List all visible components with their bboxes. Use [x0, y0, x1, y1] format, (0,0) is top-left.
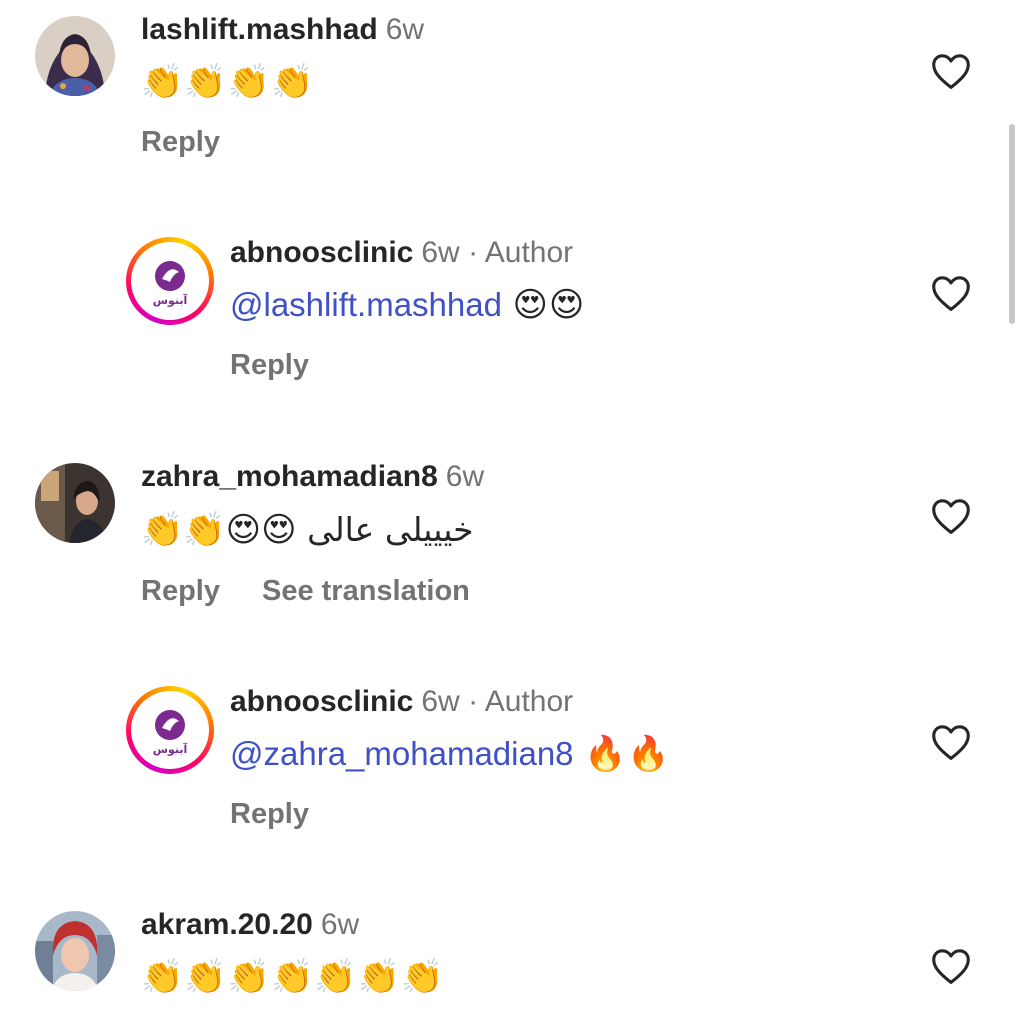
username[interactable]: abnoosclinic	[230, 236, 413, 269]
timestamp: 6w	[421, 236, 460, 269]
svg-text:آبنوس: آبنوس	[153, 293, 188, 307]
comment-text: 👏👏👏👏	[141, 62, 315, 102]
author-badge: · Author	[468, 236, 574, 269]
timestamp: 6w	[385, 13, 425, 46]
comment-emojis: 🔥🔥	[584, 734, 671, 774]
avatar[interactable]	[35, 16, 115, 96]
comment-actions: Reply See translation	[141, 574, 470, 608]
comment-rtl-text: خیییلی عالی	[307, 510, 474, 549]
comment-text: @zahra_mohamadian8 🔥🔥	[230, 732, 671, 776]
comment-actions: Reply	[141, 125, 220, 159]
timestamp: 6w	[445, 460, 485, 493]
timestamp: 6w	[320, 908, 360, 941]
username[interactable]: zahra_mohamadian8	[141, 460, 438, 493]
svg-text:آبنوس: آبنوس	[153, 742, 188, 756]
avatar[interactable]	[35, 911, 115, 991]
comment-header: lashlift.mashhad 6w	[141, 12, 424, 48]
comment-text: 👏👏😍😍 خیییلی عالی	[141, 508, 474, 552]
avatar[interactable]	[35, 463, 115, 543]
username[interactable]: akram.20.20	[141, 908, 313, 941]
username[interactable]: lashlift.mashhad	[141, 13, 378, 46]
comment-text: @lashlift.mashhad 😍😍	[230, 283, 585, 327]
reply-button[interactable]: Reply	[230, 798, 309, 830]
heart-outline-icon[interactable]	[930, 947, 972, 985]
comment-header: akram.20.20 6w	[141, 907, 359, 943]
comment-actions: Reply	[230, 797, 309, 831]
abnoos-logo-icon: آبنوس	[135, 695, 205, 765]
author-badge: · Author	[468, 685, 574, 718]
scrollbar[interactable]	[1009, 124, 1015, 324]
reply-button[interactable]: Reply	[141, 575, 220, 607]
reply-button[interactable]: Reply	[141, 126, 220, 158]
avatar[interactable]: آبنوس	[126, 237, 214, 325]
see-translation-button[interactable]: See translation	[262, 575, 470, 607]
mention-link[interactable]: @lashlift.mashhad	[230, 286, 502, 323]
heart-outline-icon[interactable]	[930, 723, 972, 761]
comment-emojis: 😍😍	[512, 285, 586, 325]
comment-header: zahra_mohamadian8 6w	[141, 459, 484, 495]
abnoos-logo-icon: آبنوس	[135, 246, 205, 316]
heart-outline-icon[interactable]	[930, 52, 972, 90]
mention-link[interactable]: @zahra_mohamadian8	[230, 735, 574, 772]
heart-outline-icon[interactable]	[930, 274, 972, 312]
reply-button[interactable]: Reply	[230, 349, 309, 381]
comment-header: abnoosclinic 6w · Author	[230, 684, 573, 720]
comment-header: abnoosclinic 6w · Author	[230, 235, 573, 271]
timestamp: 6w	[421, 685, 460, 718]
comment-text: 👏👏👏👏👏👏👏	[141, 957, 445, 997]
comments-thread: lashlift.mashhad 6w 👏👏👏👏 Reply آبنوس abno…	[0, 0, 1024, 1020]
username[interactable]: abnoosclinic	[230, 685, 413, 718]
comment-actions: Reply	[230, 348, 309, 382]
heart-outline-icon[interactable]	[930, 497, 972, 535]
comment-emojis: 👏👏😍😍	[141, 510, 297, 550]
avatar[interactable]: آبنوس	[126, 686, 214, 774]
